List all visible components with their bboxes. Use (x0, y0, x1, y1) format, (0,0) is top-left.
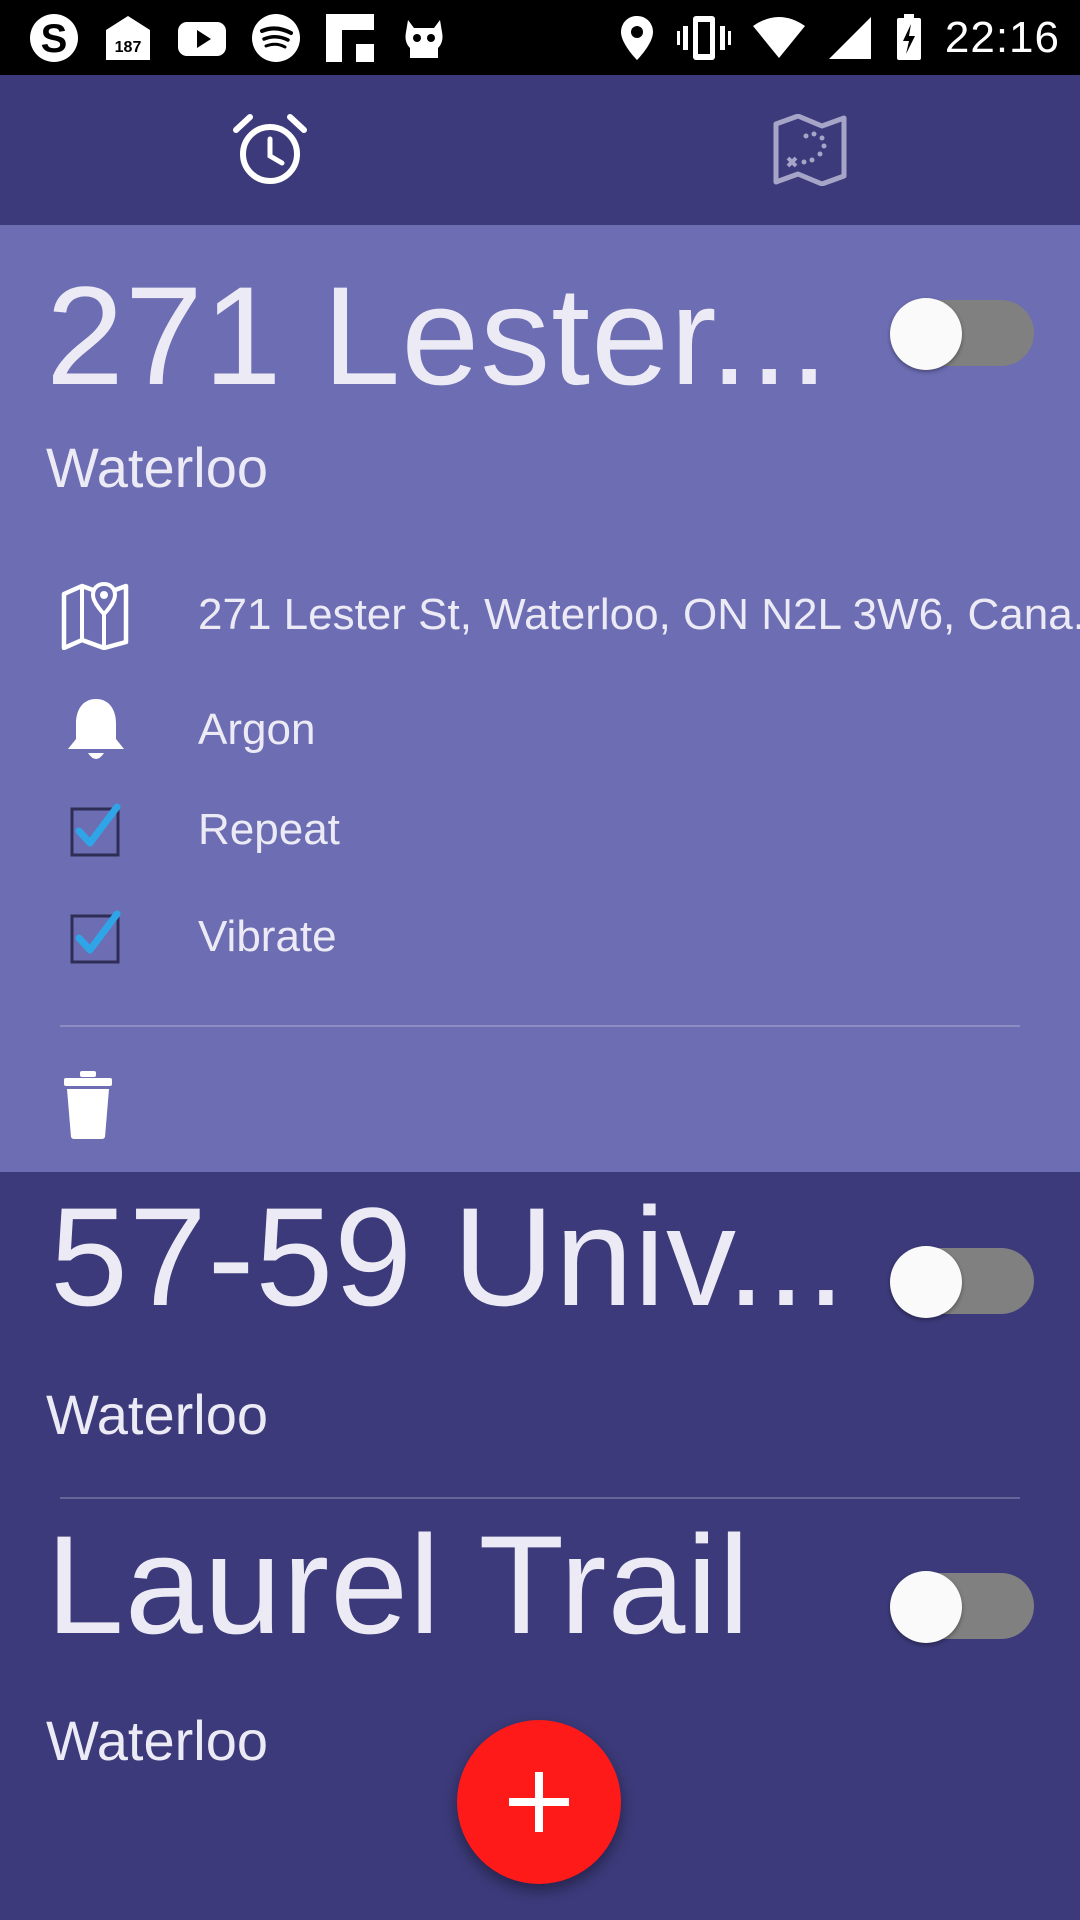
vibrate-mode-icon (676, 16, 731, 60)
delete-row[interactable] (0, 1055, 1080, 1155)
toggle-thumb (890, 298, 962, 370)
ringtone-row[interactable]: Argon (0, 680, 1080, 780)
flipboard-icon (326, 14, 374, 62)
divider (60, 1497, 1020, 1499)
alarm-title: 57-59 Univ... (50, 1178, 847, 1335)
repeat-checkbox-wrap (56, 780, 136, 880)
tab-bar (0, 75, 1080, 225)
add-alarm-button[interactable] (457, 1720, 621, 1884)
svg-text:S: S (41, 17, 68, 61)
divider (60, 1025, 1020, 1027)
vibrate-label: Vibrate (198, 912, 337, 961)
location-icon (620, 16, 653, 60)
address-text: 271 Lester St, Waterloo, ON N2L 3W6, Can… (198, 590, 1080, 639)
cyanogen-mascot-icon (405, 20, 443, 58)
alarm-toggle[interactable] (890, 1571, 1034, 1643)
spotify-icon (252, 14, 300, 62)
ringtone-text: Argon (198, 705, 316, 754)
alarm-card[interactable]: 57-59 Univ... Waterloo (0, 1172, 1080, 1498)
plus-icon (509, 1772, 569, 1832)
youtube-icon (178, 22, 226, 56)
cell-signal-icon (828, 17, 871, 59)
system-icons: 22:16 (619, 8, 1060, 68)
alarm-clock-icon (233, 114, 307, 184)
toggle-thumb (890, 1571, 962, 1643)
map-pin-icon (56, 565, 136, 665)
vibrate-row[interactable]: Vibrate (0, 887, 1080, 987)
toggle-thumb (890, 1246, 962, 1318)
skype-icon: S (30, 14, 78, 62)
alarm-toggle[interactable] (890, 1246, 1034, 1318)
battery-charging-icon (896, 14, 921, 60)
vibrate-checkbox-wrap (56, 887, 136, 987)
bell-icon (56, 680, 136, 780)
tab-map[interactable] (540, 75, 1080, 225)
address-row[interactable]: 271 Lester St, Waterloo, ON N2L 3W6, Can… (0, 565, 1080, 665)
mail-badge-icon: 187 (106, 16, 150, 60)
alarm-title: 271 Lester... (46, 257, 830, 414)
repeat-checkbox[interactable] (65, 799, 127, 861)
vibrate-checkbox[interactable] (65, 906, 127, 968)
trash-icon[interactable] (48, 1055, 128, 1155)
alarm-card-expanded[interactable]: 271 Lester... Waterloo 271 Lester St, Wa… (0, 225, 1080, 1172)
alarm-title: Laurel Trail (46, 1506, 751, 1663)
wifi-icon (752, 17, 805, 58)
clock-time: 22:16 (944, 13, 1060, 62)
alarm-subtitle: Waterloo (46, 436, 269, 499)
alarm-subtitle: Waterloo (46, 1383, 269, 1446)
tab-alarms[interactable] (0, 75, 540, 225)
alarm-toggle[interactable] (890, 298, 1034, 370)
treasure-map-icon (773, 114, 847, 186)
repeat-label: Repeat (198, 805, 340, 854)
repeat-row[interactable]: Repeat (0, 780, 1080, 880)
notification-icons: S 187 (28, 10, 450, 66)
status-bar: S 187 22:16 (0, 0, 1080, 75)
notification-badge-count: 187 (115, 39, 142, 56)
alarm-subtitle: Waterloo (46, 1709, 269, 1772)
